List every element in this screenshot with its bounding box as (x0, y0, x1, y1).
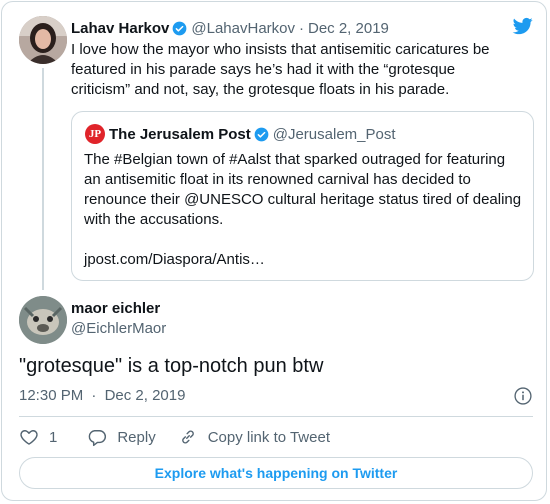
quoted-tweet-header: The Jerusalem Post @Jerusalem_Post (109, 124, 396, 144)
heart-icon (20, 430, 38, 445)
quoted-tweet-text: The #Belgian town of #Aalst that sparked… (84, 151, 522, 228)
parent-tweet-avatar[interactable] (19, 16, 67, 64)
tweet-date[interactable]: Dec 2, 2019 (105, 387, 186, 404)
copy-link-button[interactable]: Copy link to Tweet (178, 427, 330, 447)
tweet-time[interactable]: 12:30 PM (19, 387, 83, 404)
tweet-author-name[interactable]: maor eichler (71, 299, 160, 319)
copy-link-label: Copy link to Tweet (207, 428, 330, 446)
parent-author-handle[interactable]: @LahavHarkov (191, 20, 295, 37)
reply-icon (89, 430, 107, 447)
tweet-author-handle[interactable]: @EichlerMaor (71, 319, 166, 339)
quoted-author-name: The Jerusalem Post (109, 125, 251, 143)
thread-connector-line (42, 68, 44, 290)
reply-button[interactable]: Reply (87, 427, 156, 447)
avatar-photo-icon (19, 296, 67, 344)
tweet-embed-card: Lahav Harkov @LahavHarkov · Dec 2, 2019 … (1, 1, 547, 501)
link-icon (181, 430, 194, 444)
parent-tweet-header: Lahav Harkov @LahavHarkov · Dec 2, 2019 (71, 18, 389, 38)
timestamp-separator: · (91, 387, 97, 404)
tweet-text: "grotesque" is a top-notch pun btw (19, 355, 324, 377)
jerusalem-post-logo-icon: JP (85, 124, 105, 144)
reply-label: Reply (117, 428, 156, 446)
actions-divider (19, 416, 533, 417)
parent-date-separator: · (299, 19, 304, 37)
tweet-timestamp[interactable]: 12:30 PM · Dec 2, 2019 (19, 386, 185, 406)
verified-badge-icon (254, 127, 269, 141)
like-count: 1 (49, 428, 58, 446)
tweet-author-avatar[interactable] (19, 296, 67, 344)
parent-tweet-text: I love how the mayor who insists that an… (71, 41, 490, 98)
tweet-actions: 1 Reply Copy link to Tweet (19, 426, 330, 448)
explore-twitter-button[interactable]: Explore what's happening on Twitter (19, 457, 533, 489)
parent-tweet-date[interactable]: Dec 2, 2019 (308, 20, 389, 37)
avatar-photo-icon (19, 16, 67, 64)
like-button[interactable]: 1 (19, 427, 57, 447)
quoted-tweet-link[interactable]: jpost.com/Diaspora/Antis… (84, 250, 265, 270)
verified-badge-icon (173, 21, 187, 35)
quoted-tweet[interactable]: JP The Jerusalem Post @Jerusalem_Post Th… (71, 111, 534, 281)
parent-author-name[interactable]: Lahav Harkov (71, 20, 169, 37)
quoted-author-handle: @Jerusalem_Post (272, 125, 396, 143)
twitter-bird-icon[interactable] (512, 16, 534, 36)
info-icon[interactable] (513, 386, 533, 406)
